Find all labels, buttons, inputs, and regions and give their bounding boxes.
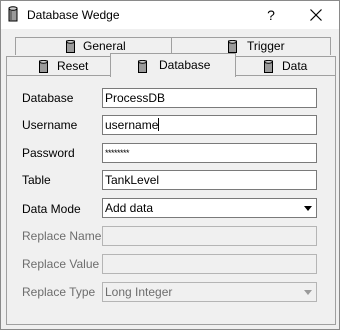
database-icon <box>138 58 147 80</box>
window-title: Database Wedge <box>27 8 120 22</box>
replace-type-label: Replace Type <box>22 285 96 299</box>
help-button[interactable]: ? <box>259 3 283 27</box>
data-mode-select[interactable]: Add data <box>102 198 317 218</box>
text-cursor <box>158 118 160 131</box>
username-field[interactable]: username <box>102 115 317 135</box>
close-icon <box>310 9 322 21</box>
tab-database-label: Database <box>159 58 211 72</box>
username-value: username <box>105 118 159 132</box>
close-button[interactable] <box>299 3 333 27</box>
chevron-down-icon <box>304 290 312 295</box>
table-field[interactable]: TankLevel <box>102 170 317 190</box>
replace-name-label: Replace Name <box>22 229 102 243</box>
username-label: Username <box>22 118 78 132</box>
tab-data[interactable]: Data <box>235 56 336 76</box>
tab-data-label: Data <box>282 59 308 73</box>
data-mode-value: Add data <box>105 201 154 215</box>
dialog-window: Database Wedge ? General Trigger Reset D… <box>0 0 340 330</box>
replace-value-label: Replace Value <box>22 257 100 271</box>
data-mode-dropdown-button[interactable] <box>300 199 316 217</box>
database-label: Database <box>22 91 74 105</box>
password-label: Password <box>22 146 75 160</box>
replace-value-field[interactable] <box>102 254 317 274</box>
tab-database[interactable]: Database <box>110 53 236 77</box>
replace-type-value: Long Integer <box>105 285 173 299</box>
database-field[interactable]: ProcessDB <box>102 88 317 108</box>
password-field[interactable]: ******** <box>102 143 317 163</box>
title-bar: Database Wedge ? <box>1 1 339 29</box>
tab-trigger-label: Trigger <box>247 39 285 53</box>
tab-reset[interactable]: Reset <box>6 56 112 76</box>
table-label: Table <box>22 173 51 187</box>
replace-name-field[interactable] <box>102 226 317 246</box>
tab-reset-label: Reset <box>57 59 89 73</box>
replace-type-dropdown-button[interactable] <box>300 283 316 301</box>
data-mode-label: Data Mode <box>22 202 81 216</box>
database-icon <box>8 6 18 25</box>
replace-type-select[interactable]: Long Integer <box>102 282 317 302</box>
chevron-down-icon <box>304 206 312 211</box>
